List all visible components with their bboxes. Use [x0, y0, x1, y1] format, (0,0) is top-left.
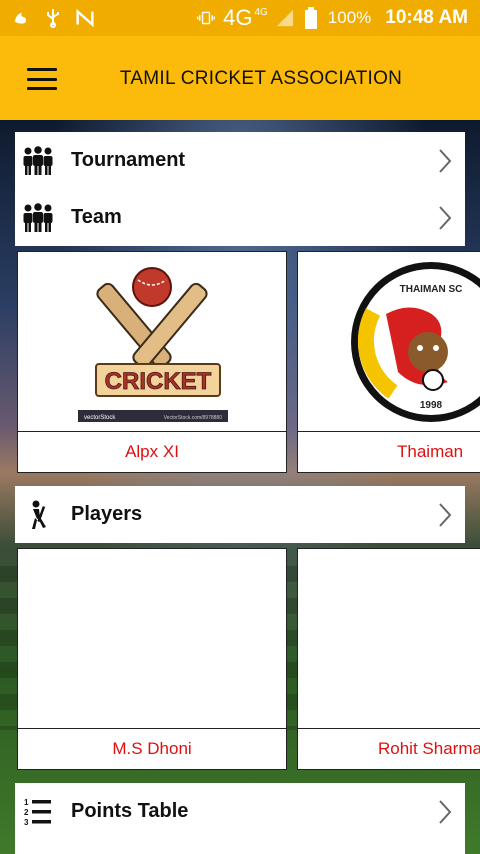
player-tile[interactable]: M.S Dhoni [17, 548, 287, 770]
chevron-right-icon [425, 205, 465, 231]
status-bar: 4G 4G 100% 10:48 AM [0, 0, 480, 36]
players-row[interactable]: Players [15, 486, 465, 543]
chevron-right-icon [425, 799, 465, 825]
player-tile[interactable]: Rohit Sharma [297, 548, 480, 770]
battery-icon [302, 7, 320, 29]
nfc-icon [76, 8, 94, 28]
thaiman-logo-text: THAIMAN SC [400, 284, 463, 295]
svg-text:3: 3 [24, 818, 29, 827]
app-title: TAMIL CRICKET ASSOCIATION [119, 68, 403, 89]
svg-text:1: 1 [24, 798, 29, 807]
tournament-label: Tournament [71, 149, 186, 171]
points-table-card: 123 Points Table [15, 783, 465, 854]
team-name: Alpx XI [125, 442, 179, 461]
players-card: Players [15, 486, 465, 543]
team-tile[interactable]: CRICKET vectorStock VectorStock.com/8978… [17, 251, 287, 473]
team-name: Thaiman [397, 442, 464, 461]
player-photo [18, 549, 286, 729]
group-icon [21, 201, 55, 235]
battery-percent: 100% [327, 8, 372, 27]
notification-icon [12, 9, 30, 27]
points-table-row[interactable]: 123 Points Table [15, 783, 465, 840]
usb-icon [44, 9, 62, 28]
players-label: Players [71, 503, 143, 525]
batsman-icon [21, 498, 55, 532]
network-badge: 4G [254, 6, 268, 18]
cricket-logo-text: CRICKET [105, 368, 212, 395]
player-photo [298, 549, 480, 729]
thaiman-logo-year: 1998 [420, 400, 443, 411]
logo-footer-left: vectorStock [84, 415, 116, 421]
chevron-right-icon [425, 502, 465, 528]
logo-footer-right: VectorStock.com/8978880 [164, 415, 223, 421]
vibrate-icon [197, 9, 216, 27]
app-bar: TAMIL CRICKET ASSOCIATION [0, 36, 480, 120]
player-name: M.S Dhoni [112, 739, 192, 758]
team-logo-thaiman: THAIMAN SC 1998 [298, 252, 480, 432]
group-icon [21, 144, 55, 178]
network-type: 4G [223, 5, 253, 30]
clock: 10:48 AM [385, 7, 468, 28]
team-row[interactable]: Team [15, 189, 465, 246]
team-label: Team [71, 206, 122, 228]
signal-icon [276, 9, 294, 27]
player-name: Rohit Sharma [378, 739, 480, 758]
menu-card-top: Tournament Team [15, 132, 465, 246]
svg-text:2: 2 [24, 808, 29, 817]
tournament-row[interactable]: Tournament [15, 132, 465, 189]
chevron-right-icon [425, 148, 465, 174]
team-logo-cricket: CRICKET vectorStock VectorStock.com/8978… [18, 252, 286, 432]
points-table-label: Points Table [71, 800, 189, 822]
team-tile[interactable]: THAIMAN SC 1998 Thaiman [297, 251, 480, 473]
numbered-list-icon: 123 [21, 795, 55, 829]
